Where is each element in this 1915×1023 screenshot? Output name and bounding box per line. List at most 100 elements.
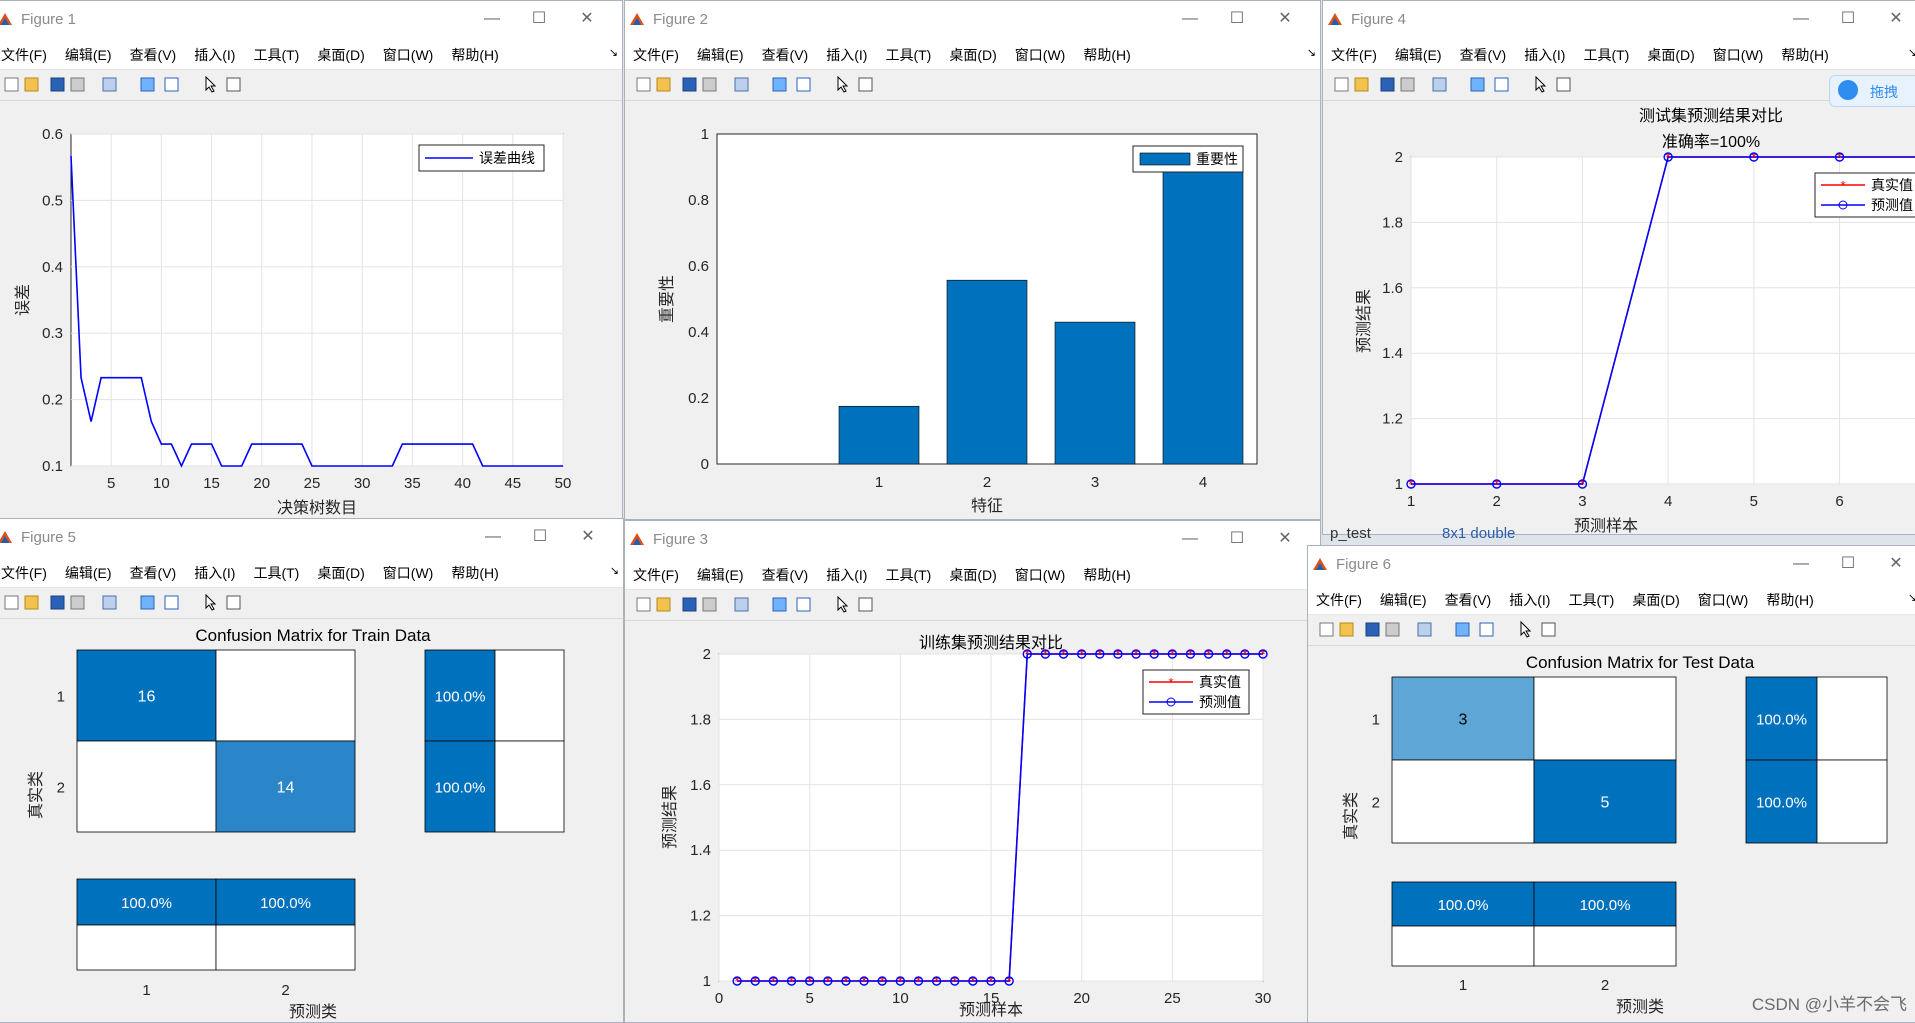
legend-icon[interactable] (795, 76, 812, 93)
menu-item[interactable]: 工具(T) (885, 559, 939, 585)
new-file-icon[interactable] (635, 596, 652, 613)
maximize-button[interactable]: ☐ (1833, 552, 1863, 576)
pointer-icon[interactable] (203, 593, 220, 611)
link-icon[interactable] (1416, 621, 1433, 638)
link-icon[interactable] (1431, 76, 1448, 93)
legend-icon[interactable] (163, 76, 180, 93)
close-button[interactable]: ✕ (1270, 527, 1300, 551)
open-folder-icon[interactable] (23, 594, 40, 611)
menu-item[interactable]: 插入(I) (826, 39, 875, 65)
maximize-button[interactable]: ☐ (1222, 7, 1252, 31)
menu-item[interactable]: 查看(V) (1445, 584, 1500, 610)
minimize-button[interactable]: — (1786, 7, 1816, 31)
menu-item[interactable]: 文件(F) (0, 39, 55, 65)
print-icon[interactable] (69, 76, 86, 93)
menu-item[interactable]: 编辑(E) (697, 39, 752, 65)
title-bar[interactable]: Figure 6 — ☐ ✕ (1308, 546, 1915, 584)
pointer-icon[interactable] (835, 75, 852, 93)
menu-overflow-icon[interactable]: ↘ (609, 46, 618, 59)
property-panel-icon[interactable] (225, 594, 242, 611)
new-file-icon[interactable] (3, 76, 20, 93)
minimize-button[interactable]: — (1786, 552, 1816, 576)
colorbar-icon[interactable] (771, 596, 788, 613)
menu-item[interactable]: 窗口(W) (1713, 39, 1772, 65)
title-bar[interactable]: Figure 4 — ☐ ✕ (1323, 1, 1915, 39)
menu-item[interactable]: 帮助(H) (1766, 584, 1821, 610)
menu-item[interactable]: 插入(I) (1509, 584, 1558, 610)
menu-item[interactable]: 编辑(E) (65, 39, 120, 65)
link-icon[interactable] (101, 76, 118, 93)
menu-item[interactable]: 插入(I) (826, 559, 875, 585)
menu-item[interactable]: 窗口(W) (1015, 39, 1074, 65)
pointer-icon[interactable] (1533, 75, 1550, 93)
menu-overflow-icon[interactable]: ↘ (1908, 591, 1915, 604)
open-folder-icon[interactable] (23, 76, 40, 93)
colorbar-icon[interactable] (771, 76, 788, 93)
title-bar[interactable]: Figure 3 — ☐ ✕ (625, 521, 1320, 559)
menu-item[interactable]: 文件(F) (625, 559, 687, 585)
save-icon[interactable] (49, 76, 66, 93)
menu-item[interactable]: 插入(I) (194, 39, 243, 65)
property-panel-icon[interactable] (1555, 76, 1572, 93)
print-icon[interactable] (1399, 76, 1416, 93)
link-icon[interactable] (733, 596, 750, 613)
pointer-icon[interactable] (1518, 620, 1535, 638)
menu-item[interactable]: 文件(F) (1323, 39, 1385, 65)
property-panel-icon[interactable] (857, 76, 874, 93)
pointer-icon[interactable] (203, 75, 220, 93)
maximize-button[interactable]: ☐ (1833, 7, 1863, 31)
menu-item[interactable]: 窗口(W) (1698, 584, 1757, 610)
menu-item[interactable]: 查看(V) (762, 559, 817, 585)
close-button[interactable]: ✕ (572, 7, 602, 31)
legend-icon[interactable] (163, 594, 180, 611)
menu-overflow-icon[interactable]: ↘ (610, 564, 619, 577)
link-icon[interactable] (733, 76, 750, 93)
print-icon[interactable] (701, 76, 718, 93)
menu-item[interactable]: 帮助(H) (1781, 39, 1836, 65)
print-icon[interactable] (701, 596, 718, 613)
close-button[interactable]: ✕ (1881, 552, 1911, 576)
save-icon[interactable] (1379, 76, 1396, 93)
menu-item[interactable]: 工具(T) (1583, 39, 1637, 65)
menu-item[interactable]: 查看(V) (762, 39, 817, 65)
menu-item[interactable]: 桌面(D) (317, 39, 372, 65)
menu-item[interactable]: 编辑(E) (697, 559, 752, 585)
menu-item[interactable]: 插入(I) (1524, 39, 1573, 65)
close-button[interactable]: ✕ (1270, 7, 1300, 31)
menu-item[interactable]: 工具(T) (1568, 584, 1622, 610)
menu-item[interactable]: 查看(V) (130, 557, 185, 583)
menu-item[interactable]: 窗口(W) (1015, 559, 1074, 585)
close-button[interactable]: ✕ (573, 525, 603, 549)
print-icon[interactable] (1384, 621, 1401, 638)
menu-item[interactable]: 文件(F) (625, 39, 687, 65)
maximize-button[interactable]: ☐ (525, 525, 555, 549)
legend-icon[interactable] (1478, 621, 1495, 638)
menu-item[interactable]: 帮助(H) (1083, 559, 1138, 585)
colorbar-icon[interactable] (1469, 76, 1486, 93)
menu-item[interactable]: 文件(F) (1308, 584, 1370, 610)
menu-item[interactable]: 帮助(H) (451, 39, 506, 65)
menu-item[interactable]: 查看(V) (1460, 39, 1515, 65)
open-folder-icon[interactable] (655, 76, 672, 93)
minimize-button[interactable]: — (1175, 7, 1205, 31)
menu-item[interactable]: 窗口(W) (383, 557, 442, 583)
menu-item[interactable]: 插入(I) (194, 557, 243, 583)
menu-item[interactable]: 工具(T) (885, 39, 939, 65)
menu-item[interactable]: 查看(V) (130, 39, 185, 65)
colorbar-icon[interactable] (139, 76, 156, 93)
save-icon[interactable] (681, 76, 698, 93)
pointer-icon[interactable] (835, 595, 852, 613)
legend-icon[interactable] (795, 596, 812, 613)
save-icon[interactable] (681, 596, 698, 613)
print-icon[interactable] (69, 594, 86, 611)
maximize-button[interactable]: ☐ (524, 7, 554, 31)
title-bar[interactable]: Figure 5 — ☐ ✕ (0, 519, 623, 557)
property-panel-icon[interactable] (857, 596, 874, 613)
menu-item[interactable]: 桌面(D) (1647, 39, 1702, 65)
save-icon[interactable] (49, 594, 66, 611)
maximize-button[interactable]: ☐ (1222, 527, 1252, 551)
colorbar-icon[interactable] (139, 594, 156, 611)
menu-item[interactable]: 帮助(H) (1083, 39, 1138, 65)
menu-item[interactable]: 桌面(D) (317, 557, 372, 583)
menu-item[interactable]: 编辑(E) (65, 557, 120, 583)
